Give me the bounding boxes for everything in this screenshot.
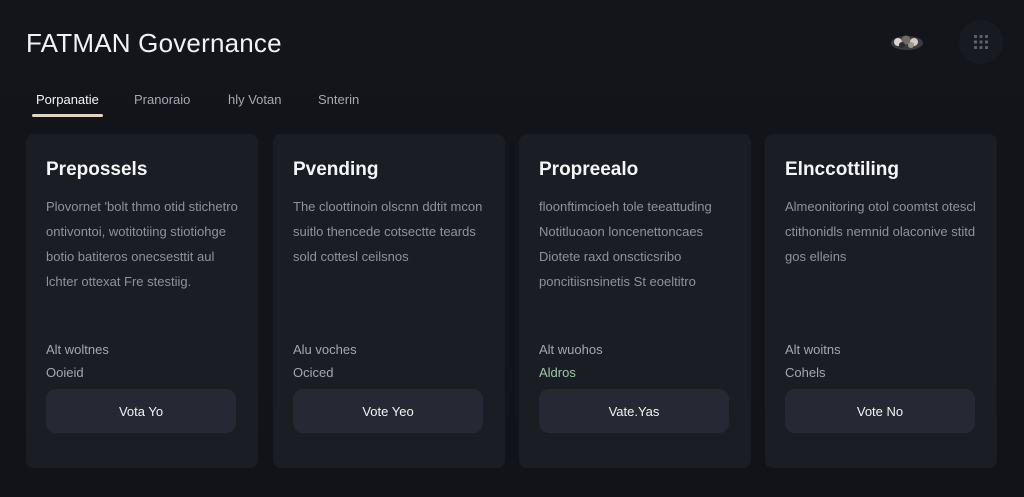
card-description: The cloottinoin olscnn ddtit mcon suitlo… — [293, 199, 483, 264]
vote-button[interactable]: Vate.Yas — [539, 389, 729, 433]
card-title: Elnccottiling — [785, 159, 899, 180]
app-title: FATMAN Governance — [26, 28, 282, 58]
governance-page: FATMAN Governance Porpanatie Pranoraio h… — [0, 0, 1024, 497]
card-description: Almeonitoring otol coomtst otescl ctitho… — [785, 199, 976, 264]
tab-proposals[interactable]: Porpanatie — [32, 92, 103, 118]
card-votes-label: Alu voches — [293, 342, 357, 357]
vote-button[interactable]: Vote Yeo — [293, 389, 483, 433]
fatman-logo-icon — [889, 32, 925, 52]
card-title: Prepossels — [46, 159, 148, 180]
card-status: Ooieid — [46, 365, 84, 380]
card-status: Cohels — [785, 365, 826, 380]
proposal-card: Elnccottiling Almeonitoring otol coomtst… — [765, 134, 997, 468]
proposal-card: Pvending The cloottinoin olscnn ddtit mc… — [273, 134, 505, 468]
proposal-card: Prepossels Plovornet 'bolt thmo otid sti… — [26, 134, 258, 468]
vote-button[interactable]: Vote No — [785, 389, 975, 433]
card-title: Pvending — [293, 159, 379, 180]
card-description: floonftimcioeh tole teeattuding Notitluo… — [539, 199, 712, 289]
card-votes-label: Alt woltnes — [46, 342, 109, 357]
proposal-card: Propreealo floonftimcioeh tole teeattudi… — [519, 134, 751, 468]
tab-proposals-2[interactable]: Pranoraio — [134, 92, 190, 118]
card-status: Ociced — [293, 365, 334, 380]
tab-my-votes[interactable]: hly Votan — [228, 92, 282, 118]
grid-menu-icon — [974, 35, 988, 49]
card-status: Aldros — [539, 365, 576, 380]
vote-button[interactable]: Vota Yo — [46, 389, 236, 433]
card-votes-label: Alt woitns — [785, 342, 841, 357]
menu-button[interactable] — [959, 20, 1003, 64]
tab-settings[interactable]: Snterin — [318, 92, 359, 118]
card-votes-label: Alt wuohos — [539, 342, 603, 357]
card-description: Plovornet 'bolt thmo otid stichetro onti… — [46, 199, 238, 289]
card-title: Propreealo — [539, 159, 639, 180]
